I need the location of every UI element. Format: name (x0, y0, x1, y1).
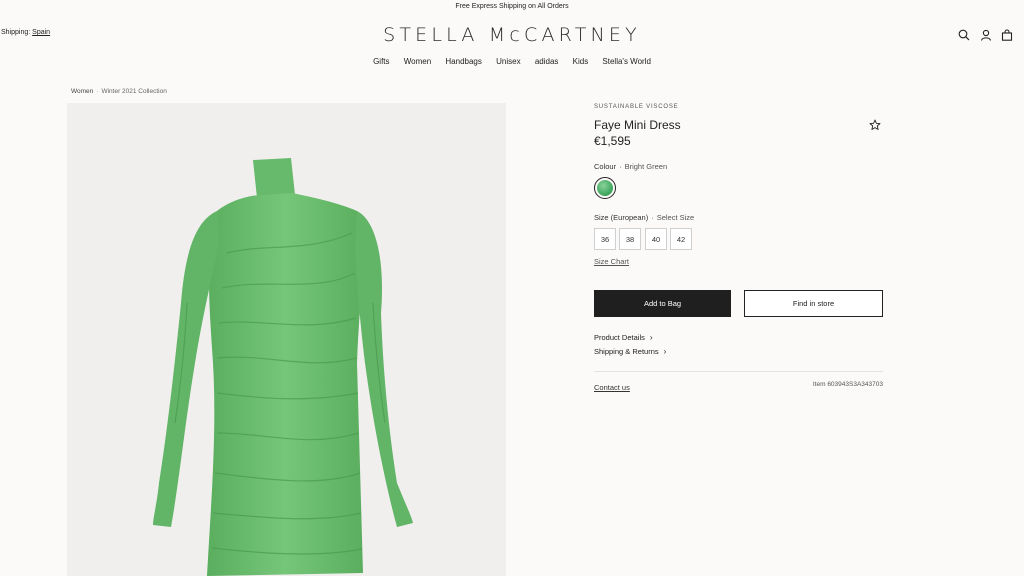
colour-label: Colour (594, 162, 617, 171)
divider (594, 371, 883, 372)
product-title: Faye Mini Dress (594, 118, 681, 132)
nav-item-women[interactable]: Women (404, 57, 431, 66)
top-banner: Free Express Shipping on All Orders (455, 3, 569, 10)
add-to-bag-button[interactable]: Add to Bag (594, 290, 731, 317)
size-option-36[interactable]: 36 (594, 228, 616, 250)
breadcrumb-item-collection[interactable]: Winter 2021 Collection (101, 88, 166, 95)
size-option-40[interactable]: 40 (645, 228, 667, 250)
nav-item-stellas-world[interactable]: Stella's World (602, 57, 651, 66)
size-label: Size (European) (594, 213, 649, 222)
nav-item-gifts[interactable]: Gifts (373, 57, 389, 66)
size-chart-link[interactable]: Size Chart (594, 257, 629, 266)
product-details-link[interactable]: Product Details › (594, 333, 653, 342)
breadcrumb-item-women[interactable]: Women (71, 88, 93, 95)
product-image[interactable] (67, 103, 506, 576)
size-option-38[interactable]: 38 (619, 228, 641, 250)
dress-image (153, 158, 413, 576)
nav-item-kids[interactable]: Kids (573, 57, 589, 66)
product-details-label: Product Details (594, 333, 645, 342)
brand-logo-text: STELLA McCARTNEY (383, 24, 641, 46)
size-option-42[interactable]: 42 (670, 228, 692, 250)
chevron-right-icon: › (663, 347, 667, 356)
nav-item-adidas[interactable]: adidas (535, 57, 559, 66)
size-label-row: Size (European) · Select Size (594, 213, 695, 222)
colour-label-row: Colour · Bright Green (594, 162, 668, 171)
chevron-right-icon: › (649, 333, 653, 342)
shipping-returns-label: Shipping & Returns (594, 347, 659, 356)
account-icon[interactable] (979, 28, 993, 42)
nav-item-handbags[interactable]: Handbags (445, 57, 481, 66)
item-number: Item 603943S3A343703 (812, 381, 883, 388)
find-in-store-button[interactable]: Find in store (744, 290, 883, 317)
shipping-returns-link[interactable]: Shipping & Returns › (594, 347, 666, 356)
breadcrumb: Women · Winter 2021 Collection (71, 88, 167, 95)
wishlist-star-icon[interactable] (869, 118, 881, 130)
product-price: €1,595 (594, 134, 631, 148)
breadcrumb-separator: · (96, 88, 99, 95)
colour-swatch-bright-green[interactable] (594, 177, 616, 199)
brand-logo[interactable]: STELLA McCARTNEY (0, 24, 1024, 46)
search-icon[interactable] (957, 28, 971, 42)
main-nav: Gifts Women Handbags Unisex adidas Kids … (0, 57, 1024, 66)
header-icons (954, 28, 1024, 42)
product-eyebrow: SUSTAINABLE VISCOSE (594, 104, 679, 110)
contact-us-link[interactable]: Contact us (594, 383, 630, 392)
colour-value: Bright Green (624, 162, 668, 171)
size-prompt: Select Size (656, 213, 695, 222)
bag-icon[interactable] (1000, 28, 1014, 42)
nav-item-unisex[interactable]: Unisex (496, 57, 520, 66)
